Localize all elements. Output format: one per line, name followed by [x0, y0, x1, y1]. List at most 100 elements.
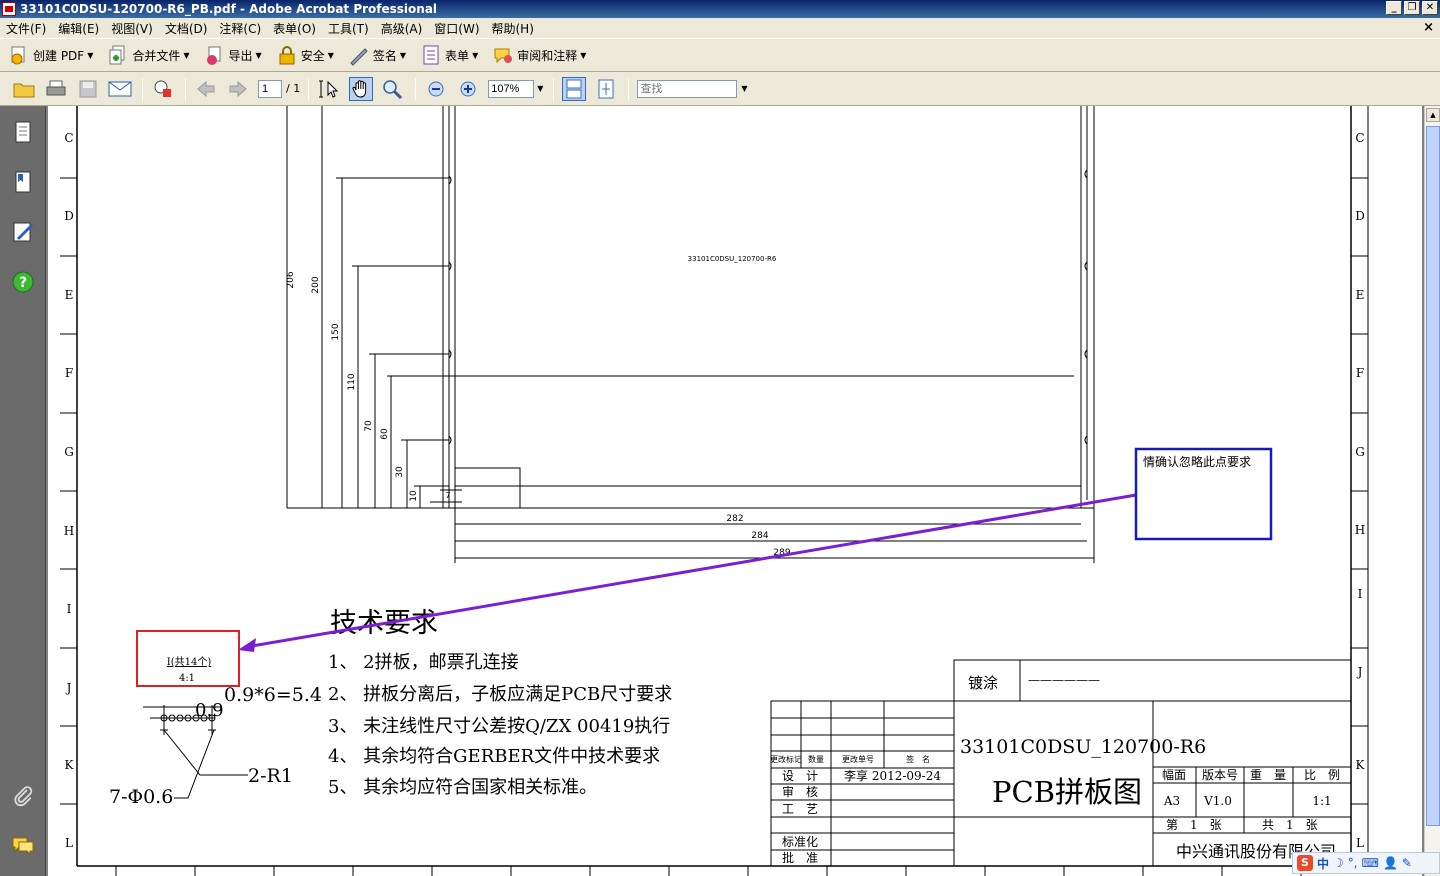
row-letter-right: K	[1356, 758, 1366, 772]
find-input[interactable]	[637, 79, 738, 98]
comments-icon[interactable]	[11, 834, 35, 858]
forms-button[interactable]: 表单 ▼	[420, 44, 478, 66]
next-page-button[interactable]	[226, 77, 250, 101]
attachments-icon[interactable]	[11, 784, 35, 808]
scroll-thumb[interactable]	[1426, 126, 1440, 826]
arrow-right-icon	[229, 80, 247, 97]
window-title: 33101C0DSU-120700-R6_PB.pdf - Adobe Acro…	[20, 2, 438, 16]
zoom-tool-button[interactable]	[381, 77, 405, 101]
document-close-button[interactable]: ×	[1423, 20, 1434, 35]
zoom-in-button[interactable]	[456, 77, 480, 101]
row-letter-right: G	[1355, 445, 1365, 459]
secure-label: 安全	[300, 48, 325, 63]
menu-forms[interactable]: 表单(O)	[267, 20, 322, 37]
review-comment-label: 审阅和注释	[517, 48, 578, 63]
email-button[interactable]	[108, 77, 132, 101]
menu-help[interactable]: 帮助(H)	[486, 20, 540, 37]
svg-text:?: ?	[19, 275, 27, 291]
fit-page-button[interactable]	[594, 77, 618, 101]
close-button[interactable]: ✕	[1422, 1, 1438, 15]
menu-view[interactable]: 视图(V)	[105, 20, 159, 37]
tb-std: 标准化	[782, 835, 818, 849]
review-icon	[494, 48, 513, 64]
zoom-dropdown-icon[interactable]: ▼	[537, 84, 543, 93]
tb-design: 设 计	[782, 769, 818, 783]
previous-page-button[interactable]	[194, 77, 218, 101]
select-tool-button[interactable]	[317, 77, 341, 101]
tb-process: 工 艺	[782, 802, 818, 816]
dim-70: 70	[364, 420, 374, 432]
create-pdf-icon	[11, 46, 25, 65]
sign-button[interactable]: 签名 ▼	[348, 44, 406, 66]
tb-version: 版本号	[1202, 768, 1238, 782]
dim-284: 284	[751, 531, 768, 541]
minimize-button[interactable]: _	[1386, 1, 1402, 15]
zoom-in-icon	[460, 81, 476, 96]
combine-files-button[interactable]: 合并文件 ▼	[107, 44, 190, 66]
tech-item: 2、 拼板分离后，子板应满足PCB尺寸要求	[328, 684, 672, 705]
menu-edit[interactable]: 编辑(E)	[52, 20, 105, 37]
scroll-up-button[interactable]: ▲	[1426, 108, 1440, 122]
tb-scale: 比 例	[1304, 768, 1340, 782]
print-button[interactable]	[44, 77, 68, 101]
zoom-level-input[interactable]	[488, 79, 535, 98]
menu-window[interactable]: 窗口(W)	[428, 20, 485, 37]
menu-tools[interactable]: 工具(T)	[322, 20, 375, 37]
tb-rev-header: 签 名	[906, 754, 930, 764]
tb-weight: 重 量	[1250, 768, 1286, 782]
open-button[interactable]	[12, 77, 36, 101]
tb-plating-value: ——————	[1028, 673, 1100, 687]
row-letter-right: D	[1355, 209, 1365, 223]
restore-button[interactable]: ❐	[1404, 1, 1420, 15]
tb-design-value: 李享 2012-09-24	[844, 768, 941, 783]
menu-document[interactable]: 文档(D)	[159, 20, 214, 37]
bookmarks-icon[interactable]	[11, 170, 35, 194]
ime-toolbar[interactable]: S 中 ☽ °, ⌨ 👤 ✎	[1292, 852, 1440, 874]
row-letter-right: J	[1356, 665, 1363, 679]
settings-icon[interactable]: ✎	[1402, 856, 1412, 870]
menu-bar: 文件(F) 编辑(E) 视图(V) 文档(D) 注释(C) 表单(O) 工具(T…	[0, 18, 1440, 38]
vertical-scrollbar[interactable]: ▲	[1424, 106, 1440, 876]
page-total: / 1	[286, 82, 301, 95]
tb-sheet: 第 1 张	[1166, 818, 1222, 832]
help-icon[interactable]: ?	[11, 270, 35, 294]
review-comment-button[interactable]: 审阅和注释 ▼	[492, 44, 586, 66]
user-icon[interactable]: 👤	[1383, 856, 1398, 870]
hand-tool-button[interactable]	[349, 76, 374, 101]
row-letter-left: D	[64, 209, 74, 223]
row-letter-left: K	[65, 758, 75, 772]
organizer-button[interactable]	[151, 77, 175, 101]
row-letter-right: F	[1356, 366, 1364, 380]
tb-plating: 镀涂	[968, 674, 998, 692]
hand-icon	[352, 79, 367, 98]
menu-comments[interactable]: 注释(C)	[213, 20, 267, 37]
moon-icon[interactable]: ☽	[1333, 856, 1344, 870]
tb-rev-header: 更改单号	[842, 754, 874, 764]
zoom-out-button[interactable]	[424, 77, 448, 101]
signatures-icon[interactable]	[11, 220, 35, 244]
zoom-out-icon	[428, 81, 444, 96]
dim-30: 30	[395, 466, 405, 478]
menu-file[interactable]: 文件(F)	[0, 20, 52, 37]
row-letter-left: J	[65, 681, 72, 695]
secure-button[interactable]: 安全 ▼	[276, 44, 334, 66]
acrobat-app-icon	[2, 2, 16, 16]
save-button[interactable]	[76, 77, 100, 101]
sogou-icon[interactable]: S	[1297, 855, 1313, 871]
dim-150: 150	[331, 323, 341, 340]
menu-advanced[interactable]: 高级(A)	[375, 20, 429, 37]
document-viewport[interactable]: C D E F G H I J K L C D E F G H I J K L	[46, 106, 1424, 876]
find-dropdown-icon[interactable]: ▼	[741, 84, 747, 93]
export-button[interactable]: 导出 ▼	[204, 44, 262, 66]
row-letter-left: F	[65, 366, 73, 380]
pages-icon[interactable]	[11, 120, 35, 144]
tech-item: 3、 未注线性尺寸公差按Q/ZX 00419执行	[328, 716, 670, 737]
tb-approve: 批 准	[782, 850, 818, 865]
punctuation-icon[interactable]: °,	[1348, 856, 1358, 870]
create-pdf-button[interactable]: 创建 PDF ▼	[8, 44, 93, 66]
ime-mode[interactable]: 中	[1317, 855, 1329, 872]
page-number-input[interactable]	[258, 79, 282, 98]
annotation-note-text: 情确认忽略此点要求	[1143, 454, 1251, 469]
single-page-continuous-button[interactable]	[562, 76, 587, 101]
keyboard-icon[interactable]: ⌨	[1362, 856, 1379, 870]
